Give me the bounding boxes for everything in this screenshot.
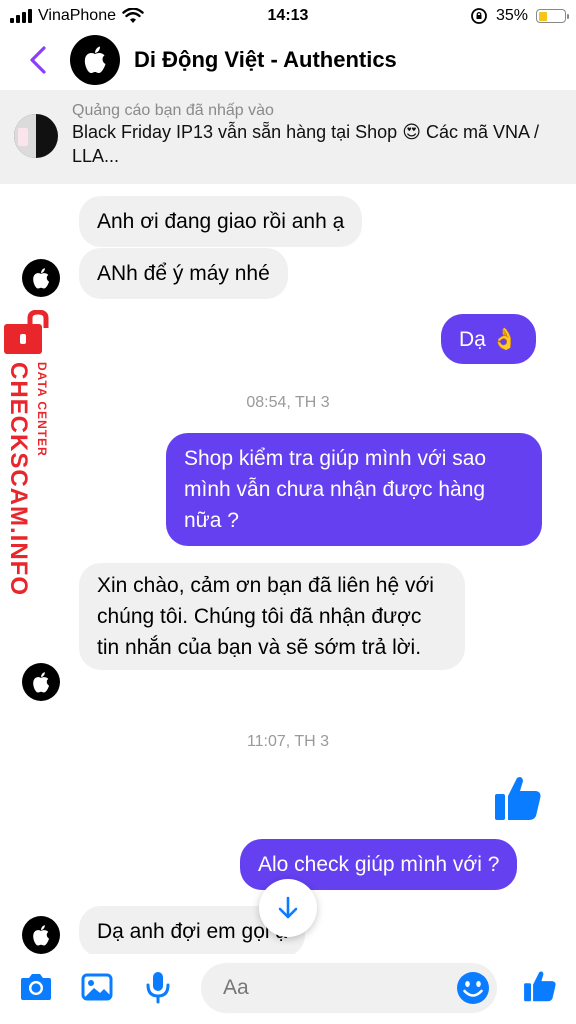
thumbs-up-icon[interactable] (492, 772, 544, 824)
message-text: Dạ 👌 (459, 328, 518, 351)
message-text: Shop kiểm tra giúp mình với sao mình vẫn… (184, 447, 487, 532)
message-text: Alo check giúp mình với ? (258, 853, 500, 876)
message-text: ANh để ý máy nhé (97, 262, 270, 285)
lock-icon (4, 310, 49, 354)
chat-title[interactable]: Di Động Việt - Authentics (134, 47, 397, 73)
orientation-lock-icon (471, 8, 487, 24)
battery-percent: 35% (495, 7, 528, 24)
chevron-left-icon[interactable] (24, 40, 52, 80)
status-time: 14:13 (267, 7, 309, 24)
apple-logo-icon (33, 671, 50, 692)
message-list[interactable]: Anh ơi đang giao rồi anh ạ ANh để ý máy … (0, 184, 576, 954)
message-outgoing[interactable]: Shop kiểm tra giúp mình với sao mình vẫn… (166, 433, 542, 546)
arrow-down-icon (278, 896, 298, 919)
ad-text: Black Friday IP13 vẫn sẵn hàng tại Shop … (72, 122, 539, 166)
message-input[interactable]: Aa (201, 963, 497, 1013)
message-incoming[interactable]: Anh ơi đang giao rồi anh ạ (79, 196, 363, 247)
message-outgoing[interactable]: Dạ 👌 (441, 314, 536, 364)
ad-thumbnail (14, 114, 58, 158)
composer-bar: Aa (0, 954, 576, 1024)
camera-icon (21, 974, 51, 1000)
message-incoming[interactable]: Xin chào, cảm ơn bạn đã liên hệ với chún… (79, 563, 465, 670)
microphone-icon (146, 972, 170, 1004)
microphone-button[interactable] (145, 970, 171, 1004)
watermark-text: CHECKSCAM.INFO (5, 362, 32, 596)
chat-header: Di Động Việt - Authentics (0, 32, 576, 88)
like-button[interactable] (522, 968, 558, 1004)
message-incoming[interactable]: ANh để ý máy nhé (79, 248, 288, 299)
message-text: Anh ơi đang giao rồi anh ạ (97, 210, 345, 233)
scroll-to-bottom-button[interactable] (259, 879, 317, 937)
photo-button[interactable] (81, 972, 113, 1002)
timestamp: 11:07, TH 3 (246, 733, 330, 750)
thumbs-up-icon (524, 971, 556, 1002)
avatar[interactable] (70, 35, 120, 85)
carrier-name: VinaPhone (38, 7, 116, 24)
apple-logo-icon (33, 267, 50, 288)
message-text: Xin chào, cảm ơn bạn đã liên hệ với chún… (97, 574, 434, 659)
wifi-icon (122, 8, 144, 23)
message-input-placeholder: Aa (223, 976, 249, 999)
avatar[interactable] (22, 663, 60, 701)
emoji-button[interactable] (456, 971, 490, 1005)
status-bar: VinaPhone 14:13 35% (0, 0, 576, 32)
emoji-icon (457, 972, 489, 1004)
timestamp: 08:54, TH 3 (246, 394, 330, 411)
message-text: Dạ anh đợi em gọi ạ (97, 920, 288, 943)
battery-icon (536, 9, 569, 23)
avatar[interactable] (22, 916, 60, 954)
watermark-subtext: DATA CENTER (35, 362, 49, 457)
photo-icon (81, 973, 113, 1001)
camera-button[interactable] (18, 972, 54, 1002)
signal-icon (10, 9, 32, 23)
apple-logo-icon (84, 46, 106, 73)
ad-banner[interactable]: Quảng cáo bạn đã nhấp vào Black Friday I… (0, 90, 576, 184)
apple-logo-icon (33, 924, 50, 945)
ad-label: Quảng cáo bạn đã nhấp vào (72, 102, 274, 119)
avatar[interactable] (22, 259, 60, 297)
